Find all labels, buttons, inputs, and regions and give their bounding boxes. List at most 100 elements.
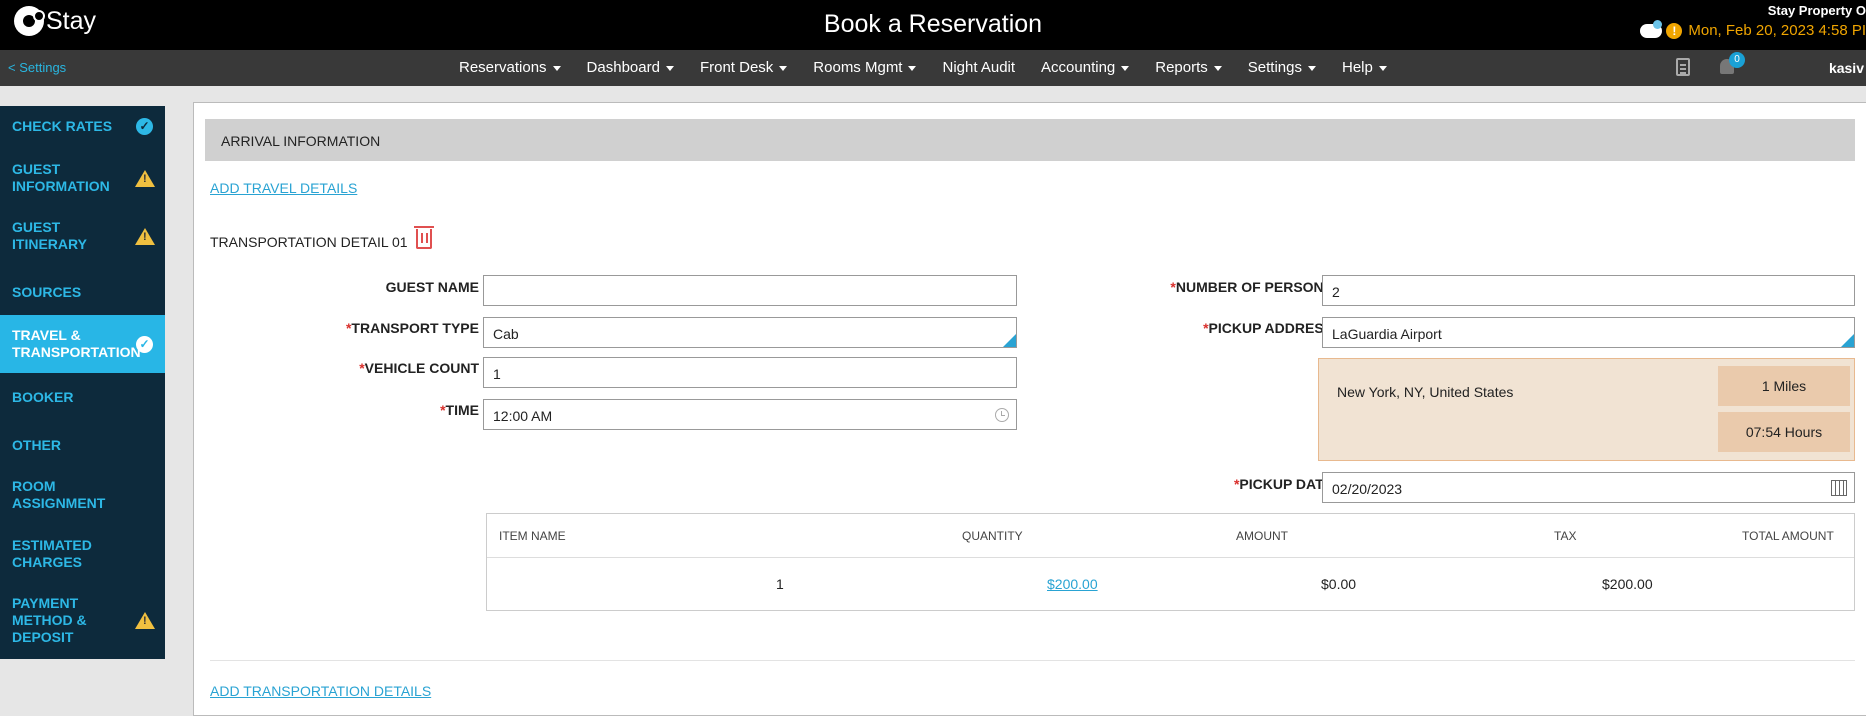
table-cell-total: $200.00 (1602, 576, 1653, 592)
sidebar-item-label: ROOM ASSIGNMENT (12, 478, 106, 511)
items-table: ITEM NAME QUANTITY AMOUNT TAX TOTAL AMOU… (486, 513, 1855, 611)
distance-badge: 1 Miles (1718, 366, 1850, 406)
date-value: 02/20/2023 (1332, 481, 1403, 497)
sidebar-item-label: ESTIMATED CHARGES (12, 537, 92, 570)
sidebar-item-check-rates[interactable]: CHECK RATES ✓ (0, 106, 165, 146)
nav-front-desk[interactable]: Front Desk (699, 59, 788, 76)
section-header: ARRIVAL INFORMATION (205, 119, 1855, 161)
nav-reservations[interactable]: Reservations (459, 59, 561, 76)
label-text: TRANSPORT TYPE (351, 320, 479, 336)
caret-down-icon (1213, 65, 1222, 71)
nav-label: Help (1341, 59, 1373, 76)
caret-down-icon (908, 65, 917, 71)
label-text: GUEST NAME (385, 279, 479, 295)
nav-label: Reservations (459, 59, 547, 76)
check-circle-icon: ✓ (136, 335, 153, 353)
nav-menu: Reservations Dashboard Front Desk Rooms … (459, 59, 1413, 76)
sidebar-item-sources[interactable]: SOURCES (0, 272, 165, 312)
nav-reports[interactable]: Reports (1155, 59, 1222, 76)
notification-count-badge[interactable]: 0 (1729, 52, 1745, 68)
sidebar-item-guest-itinerary[interactable]: GUEST ITINERARY (0, 216, 165, 256)
guest-name-label: GUEST NAME (386, 279, 479, 295)
caret-down-icon (552, 65, 561, 71)
duration-badge: 07:54 Hours (1718, 412, 1850, 452)
label-text: NUMBER OF PERSONS (1175, 279, 1333, 295)
nav-label: Reports (1155, 59, 1208, 76)
sidebar-item-estimated-charges[interactable]: ESTIMATED CHARGES (0, 534, 165, 574)
caret-down-icon (1307, 65, 1316, 71)
nav-label: Settings (1247, 59, 1302, 76)
address-info-panel: New York, NY, United States 1 Miles 07:5… (1318, 358, 1855, 461)
table-header-row: ITEM NAME QUANTITY AMOUNT TAX TOTAL AMOU… (487, 514, 1854, 558)
sidebar-item-label: CHECK RATES (12, 117, 113, 134)
sidebar-item-guest-information[interactable]: GUEST INFORMATION (0, 158, 165, 198)
nav-accounting[interactable]: Accounting (1041, 59, 1130, 76)
nav-night-audit[interactable]: Night Audit (942, 59, 1015, 76)
main-nav-bar: < Settings Reservations Dashboard Front … (0, 50, 1866, 86)
nav-label: Dashboard (586, 59, 660, 76)
caret-down-icon (665, 65, 674, 71)
transport-type-label: *TRANSPORT TYPE (346, 320, 479, 336)
sidebar-item-label: BOOKER (12, 388, 74, 405)
guest-name-input[interactable] (483, 275, 1017, 306)
sidebar-item-label: GUEST INFORMATION (12, 161, 110, 194)
number-of-persons-input[interactable]: 2 (1322, 275, 1855, 306)
nav-help[interactable]: Help (1342, 59, 1387, 76)
column-header: TAX (1554, 529, 1577, 543)
clock-icon[interactable] (995, 408, 1009, 422)
vehicle-count-label: *VEHICLE COUNT (359, 360, 479, 376)
vehicle-count-input[interactable]: 1 (483, 357, 1017, 388)
warning-triangle-icon (135, 169, 155, 187)
pickup-address-label: *PICKUP ADDRESS (1203, 320, 1333, 336)
sidebar-item-label: OTHER (12, 436, 61, 453)
page-title: Book a Reservation (823, 10, 1043, 38)
main-panel: ARRIVAL INFORMATION ADD TRAVEL DETAILS T… (193, 102, 1866, 716)
transportation-detail-title: TRANSPORTATION DETAIL 01 (210, 234, 408, 250)
sidebar-item-room-assignment[interactable]: ROOM ASSIGNMENT (0, 475, 165, 515)
trash-icon[interactable] (414, 226, 434, 249)
clipboard-icon[interactable] (1676, 58, 1690, 76)
nav-label: Rooms Mgmt (813, 59, 903, 76)
table-cell-quantity: 1 (776, 576, 784, 592)
transport-type-select[interactable]: Cab (483, 317, 1017, 348)
pickup-address-select[interactable]: LaGuardia Airport (1322, 317, 1855, 348)
warning-triangle-icon (135, 611, 155, 629)
pickup-date-label: *PICKUP DATE (1234, 476, 1333, 492)
warning-icon[interactable]: ! (1666, 22, 1683, 39)
nav-dashboard[interactable]: Dashboard (587, 59, 674, 76)
time-value: 12:00 AM (493, 408, 553, 424)
column-header: ITEM NAME (499, 529, 566, 543)
caret-down-icon (779, 65, 788, 71)
property-name[interactable]: Stay Property O (1768, 3, 1866, 18)
warning-triangle-icon (135, 227, 155, 245)
table-cell-amount-link[interactable]: $200.00 (1047, 576, 1098, 592)
pickup-date-input[interactable]: 02/20/2023 (1322, 472, 1855, 503)
table-cell-tax: $0.00 (1321, 576, 1357, 592)
sidebar-item-label: PAYMENT METHOD & DEPOSIT (12, 594, 87, 645)
current-datetime: Mon, Feb 20, 2023 4:58 PI (1688, 22, 1866, 39)
sidebar-item-other[interactable]: OTHER (0, 425, 165, 465)
dropdown-corner-icon (1003, 334, 1016, 347)
sidebar-item-label: GUEST ITINERARY (12, 219, 87, 252)
weather-icon (1640, 19, 1663, 38)
sidebar-item-booker[interactable]: BOOKER (0, 377, 165, 417)
nav-settings[interactable]: Settings (1248, 59, 1316, 76)
nav-label: Front Desk (699, 59, 774, 76)
user-menu[interactable]: kasiv (1829, 60, 1864, 76)
check-circle-icon: ✓ (136, 117, 153, 135)
sidebar-item-travel-transportation[interactable]: TRAVEL & TRANSPORTATION ✓ (0, 315, 165, 373)
sidebar-item-label: SOURCES (12, 283, 82, 300)
calendar-icon[interactable] (1831, 480, 1847, 496)
caret-down-icon (1121, 65, 1130, 71)
select-value: Cab (493, 326, 519, 342)
time-input[interactable]: 12:00 AM (483, 399, 1017, 430)
caret-down-icon (1378, 65, 1387, 71)
add-travel-details-link[interactable]: ADD TRAVEL DETAILS (210, 180, 357, 196)
back-to-settings-link[interactable]: < Settings (8, 60, 66, 75)
nav-rooms-mgmt[interactable]: Rooms Mgmt (813, 59, 917, 76)
add-transportation-details-link[interactable]: ADD TRANSPORTATION DETAILS (210, 683, 431, 699)
address-location: New York, NY, United States (1337, 384, 1514, 400)
step-sidebar: CHECK RATES ✓ GUEST INFORMATION GUEST IT… (0, 106, 165, 659)
sidebar-item-payment-method-deposit[interactable]: PAYMENT METHOD & DEPOSIT (0, 594, 165, 646)
status-row: ! Mon, Feb 20, 2023 4:58 PI (1640, 19, 1866, 39)
